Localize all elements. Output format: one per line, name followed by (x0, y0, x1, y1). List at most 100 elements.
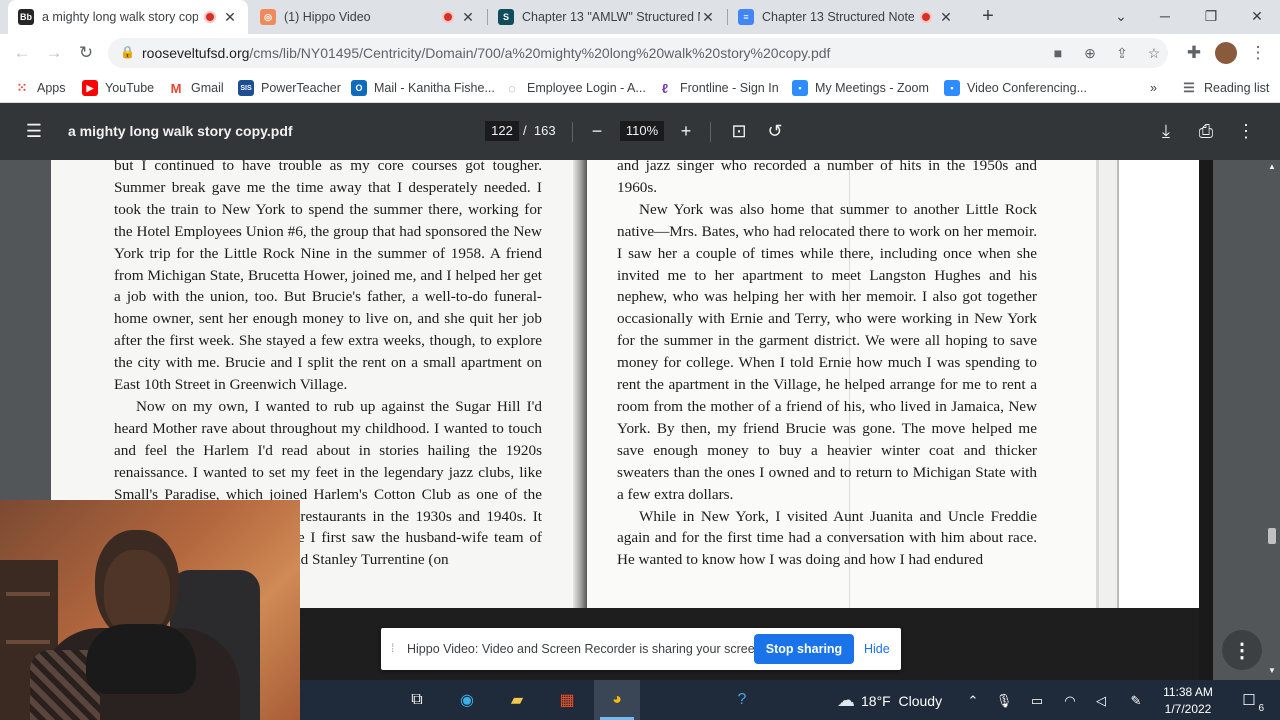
bookmark-apps[interactable]: ⁙ Apps (14, 77, 66, 99)
chrome-menu-icon[interactable]: ⋮ (1246, 41, 1270, 65)
reading-list-button[interactable]: ☰ Reading list (1181, 77, 1269, 99)
tab-title: (1) Hippo Video (284, 10, 371, 24)
book-page-edge (1099, 160, 1119, 626)
webcam-scarf (86, 624, 196, 694)
reading-list-label: Reading list (1204, 81, 1270, 95)
bookmark-zoom-meetings[interactable]: ▪ My Meetings - Zoom (792, 77, 929, 99)
system-clock[interactable]: 11:38 AM 1/7/2022 (1158, 684, 1218, 718)
profile-avatar[interactable] (1214, 41, 1238, 65)
paragraph: While in New York, I visited Aunt Juanit… (617, 507, 1037, 569)
task-view-icon[interactable]: ⧉ (402, 686, 432, 714)
chrome-icon[interactable]: ◕ (602, 686, 632, 714)
new-tab-button[interactable]: + (977, 5, 999, 29)
zoom-icon[interactable]: ⊕ (1080, 43, 1100, 63)
share-icon[interactable]: ⇪ (1112, 43, 1132, 63)
stop-sharing-button[interactable]: Stop sharing (754, 634, 854, 664)
zoom-out-button[interactable]: − (585, 119, 609, 143)
bookmark-star-icon[interactable]: ☆ (1144, 43, 1164, 63)
bookmark-label: Mail - Kanitha Fishe... (374, 81, 495, 95)
tab-search-icon[interactable]: ⌄ (1098, 0, 1144, 32)
weather-desc: Cloudy (898, 692, 943, 709)
scan-shadow (1199, 160, 1213, 680)
forward-button[interactable]: → (42, 41, 66, 65)
zoom-level-input[interactable]: 110% (620, 121, 664, 141)
file-explorer-icon[interactable]: ▰ (502, 686, 532, 714)
loading-icon: ◌ (508, 80, 516, 96)
wifi-icon[interactable]: ◠ (1060, 690, 1080, 712)
tab-pdf[interactable]: Bb a mighty long walk story cop ✕ (8, 0, 248, 34)
drag-handle-icon[interactable]: ⁞ (391, 641, 394, 655)
bookmark-youtube[interactable]: ▶ YouTube (82, 77, 154, 99)
bookmark-label: PowerTeacher (261, 81, 341, 95)
right-text-column: and jazz singer who recorded a number of… (617, 160, 1037, 571)
bookmarks-bar: ⁙ Apps ▶ YouTube M Gmail SIS PowerTeache… (0, 72, 1280, 103)
more-options-icon[interactable]: ⋮ (1234, 119, 1258, 143)
bookmark-mail[interactable]: O Mail - Kanitha Fishe... (351, 77, 495, 99)
recording-indicator-icon (204, 11, 216, 23)
bookmark-label: Apps (37, 81, 66, 95)
scroll-up-icon[interactable]: ▲ (1267, 162, 1277, 171)
hide-button[interactable]: Hide (864, 642, 890, 656)
url-text[interactable]: rooseveltufsd.org/cms/lib/NY01495/Centri… (142, 45, 830, 61)
back-button[interactable]: ← (10, 41, 34, 65)
bookmark-video-conferencing[interactable]: ▪ Video Conferencing... (944, 77, 1087, 99)
tab-structured-notes-doc[interactable]: ≡ Chapter 13 Structured Notes ✕ (728, 0, 964, 34)
bookmark-powerteacher[interactable]: SIS PowerTeacher (238, 77, 341, 99)
outlook-icon: O (351, 80, 367, 96)
help-icon[interactable]: ? (727, 686, 757, 714)
restore-button[interactable]: ❐ (1188, 0, 1234, 32)
more-bookmarks-button[interactable]: » (1150, 77, 1157, 99)
close-tab-icon[interactable]: ✕ (938, 9, 954, 26)
weather-temp: 18°F (861, 692, 891, 709)
extensions-icon[interactable]: ✚ (1182, 41, 1206, 65)
tab-title: Chapter 13 "AMLW" Structured N (522, 10, 700, 24)
pdf-scrollbar[interactable]: ▲ ▼ (1264, 160, 1280, 680)
scroll-thumb[interactable] (1268, 528, 1276, 544)
download-icon[interactable]: ⤓ (1154, 119, 1178, 143)
print-icon[interactable]: ⎙ (1194, 119, 1218, 143)
floating-menu-button[interactable]: ⋮ (1222, 630, 1262, 670)
minimize-button[interactable]: ─ (1142, 0, 1188, 32)
bookmark-label: Video Conferencing... (967, 81, 1087, 95)
reload-button[interactable]: ↻ (74, 41, 98, 65)
store-icon[interactable]: ▦ (552, 686, 582, 714)
hamburger-menu-icon[interactable]: ☰ (22, 119, 46, 143)
url-domain: rooseveltufsd.org (142, 45, 250, 61)
weather-widget[interactable]: ☁ 18°F Cloudy (837, 690, 942, 711)
camera-icon[interactable]: ■ (1048, 43, 1068, 63)
pen-icon[interactable]: ✎ (1126, 690, 1146, 712)
bookmark-label: YouTube (105, 81, 155, 95)
address-bar[interactable]: 🔒 rooseveltufsd.org/cms/lib/NY01495/Cent… (108, 38, 1168, 68)
zoom-icon: ▪ (944, 80, 960, 96)
cloud-icon: ☁ (837, 690, 855, 710)
bookmark-employee-login[interactable]: ◌ Employee Login - A... (504, 77, 646, 99)
tab-strip: Bb a mighty long walk story cop ✕ ◎ (1) … (0, 0, 1280, 34)
zoom-icon: ▪ (792, 80, 808, 96)
tab-hippo-video[interactable]: ◎ (1) Hippo Video ✕ (250, 0, 486, 34)
zoom-in-button[interactable]: + (674, 119, 698, 143)
bookmark-frontline[interactable]: ℓ Frontline - Sign In (657, 77, 779, 99)
notification-count: 6 (1258, 703, 1264, 714)
microphone-icon[interactable]: 🎙 (994, 690, 1014, 712)
share-message: Hippo Video: Video and Screen Recorder i… (407, 642, 766, 656)
notification-center-icon[interactable]: ☐ 6 (1236, 688, 1264, 714)
close-window-button[interactable]: ✕ (1234, 0, 1280, 32)
page-number-input[interactable]: 122 (485, 121, 519, 141)
recording-indicator-icon (442, 11, 454, 23)
close-tab-icon[interactable]: ✕ (222, 9, 238, 26)
volume-icon[interactable]: ◁ (1091, 690, 1111, 712)
tray-chevron-icon[interactable]: ⌃ (963, 690, 983, 712)
tab-structured-notes-s[interactable]: S Chapter 13 "AMLW" Structured N ✕ (488, 0, 726, 34)
bookmark-gmail[interactable]: M Gmail (168, 77, 224, 99)
url-path: /cms/lib/NY01495/Centricity/Domain/700/a… (249, 45, 831, 61)
paragraph: and jazz singer who recorded a number of… (617, 160, 1037, 196)
battery-icon[interactable]: ▭ (1027, 690, 1047, 712)
scroll-down-icon[interactable]: ▼ (1267, 666, 1277, 675)
paragraph: New York was also home that summer to an… (617, 200, 1037, 503)
edge-icon[interactable]: ◉ (452, 686, 482, 714)
rotate-icon[interactable]: ↺ (763, 119, 787, 143)
lock-icon: 🔒 (120, 45, 135, 59)
close-tab-icon[interactable]: ✕ (460, 9, 476, 26)
close-tab-icon[interactable]: ✕ (700, 9, 716, 26)
fit-to-page-icon[interactable]: ⊡ (727, 119, 751, 143)
